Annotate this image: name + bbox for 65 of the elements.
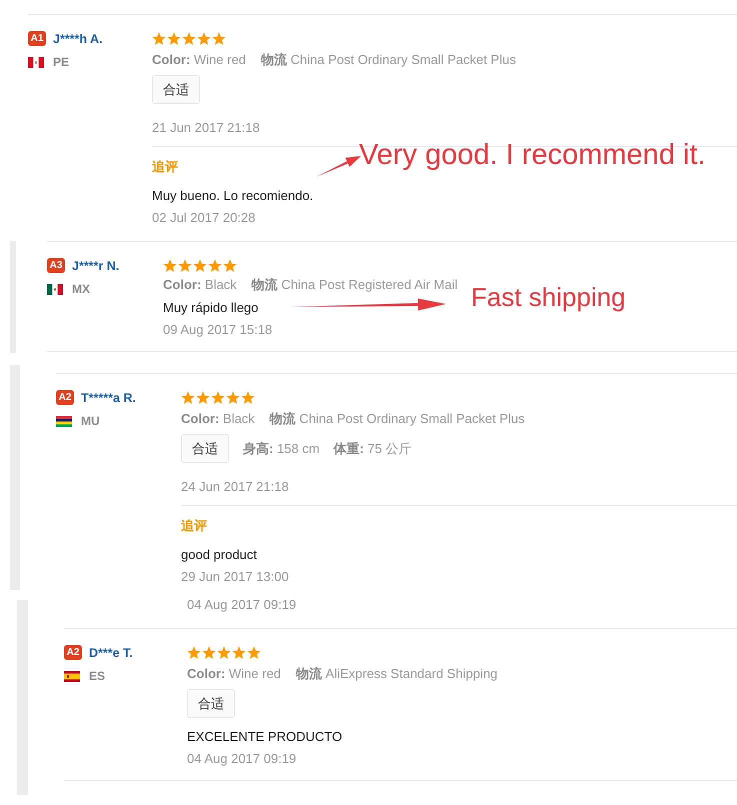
level-badge: A3 [47,258,65,273]
fit-tag: 合适 [152,75,200,104]
star-icon [167,32,181,46]
level-badge: A2 [56,390,74,405]
review-date: 04 Aug 2017 09:19 [187,597,296,613]
star-icon [196,391,210,405]
star-icon [187,646,201,660]
annotation-text: Very good. I recommend it. [359,141,706,170]
body-measurement: 体重: 75 公斤 [334,440,412,458]
product-attribute: 物流 China Post Ordinary Small Packet Plus [270,411,525,427]
review-text: Muy rápido llego [163,300,258,316]
follow-up-date: 02 Jul 2017 20:28 [152,210,256,226]
review-date: 09 Aug 2017 15:18 [163,322,272,338]
country-code: MX [72,282,90,296]
level-badge: A1 [28,31,46,46]
reviewer-name[interactable]: J****h A. [53,32,103,46]
star-icon [217,646,231,660]
flag-icon [47,284,63,294]
follow-up-text: good product [181,547,257,563]
body-measurement: 身高: 158 cm [243,440,320,458]
star-icon [163,259,177,273]
review-date: 04 Aug 2017 09:19 [187,751,296,767]
country-code: ES [89,669,106,683]
star-icon [202,646,216,660]
flag-icon [28,56,44,68]
reviewer-name[interactable]: D***e T. [89,646,133,660]
follow-up-date: 29 Jun 2017 13:00 [181,569,289,585]
country-code: MU [81,414,100,428]
star-icon [208,259,222,273]
follow-up-label: 追评 [152,159,178,175]
review-date: 21 Jun 2017 21:18 [152,120,260,136]
fit-tag: 合适 [181,434,229,463]
star-icon [226,391,240,405]
flag-icon [64,670,80,682]
star-icon [182,32,196,46]
star-icon [212,32,226,46]
star-icon [193,259,207,273]
product-attribute: 物流 China Post Registered Air Mail [252,277,458,293]
follow-up-text: Muy bueno. Lo recomiendo. [152,188,314,204]
star-icon [223,259,237,273]
star-icon [247,646,261,660]
star-icon [181,391,195,405]
product-attribute: 物流 AliExpress Standard Shipping [296,666,498,682]
review-text: EXCELENTE PRODUCTO [187,729,342,745]
reviewer-name[interactable]: T*****a R. [81,390,136,404]
country-code: PE [53,55,70,69]
star-icon [178,259,192,273]
flag-icon [56,416,72,426]
annotation-arrow [316,156,361,177]
follow-up-label: 追评 [181,518,207,534]
star-icon [211,391,225,405]
star-icon [241,391,255,405]
product-attribute: Color: Black [163,277,237,293]
star-icon [197,32,211,46]
star-icon [232,646,246,660]
fit-tag: 合适 [187,689,235,718]
product-attribute: Color: Black [181,411,255,427]
product-attribute: 物流 China Post Ordinary Small Packet Plus [260,52,516,68]
reviewer-name[interactable]: J****r N. [72,258,120,272]
review-date: 24 Jun 2017 21:18 [181,479,289,495]
star-icon [152,32,166,46]
product-attribute: Color: Wine red [187,666,281,682]
product-attribute: Color: Wine red [152,52,246,68]
level-badge: A2 [64,645,82,660]
annotation-text: Fast shipping [471,284,626,310]
